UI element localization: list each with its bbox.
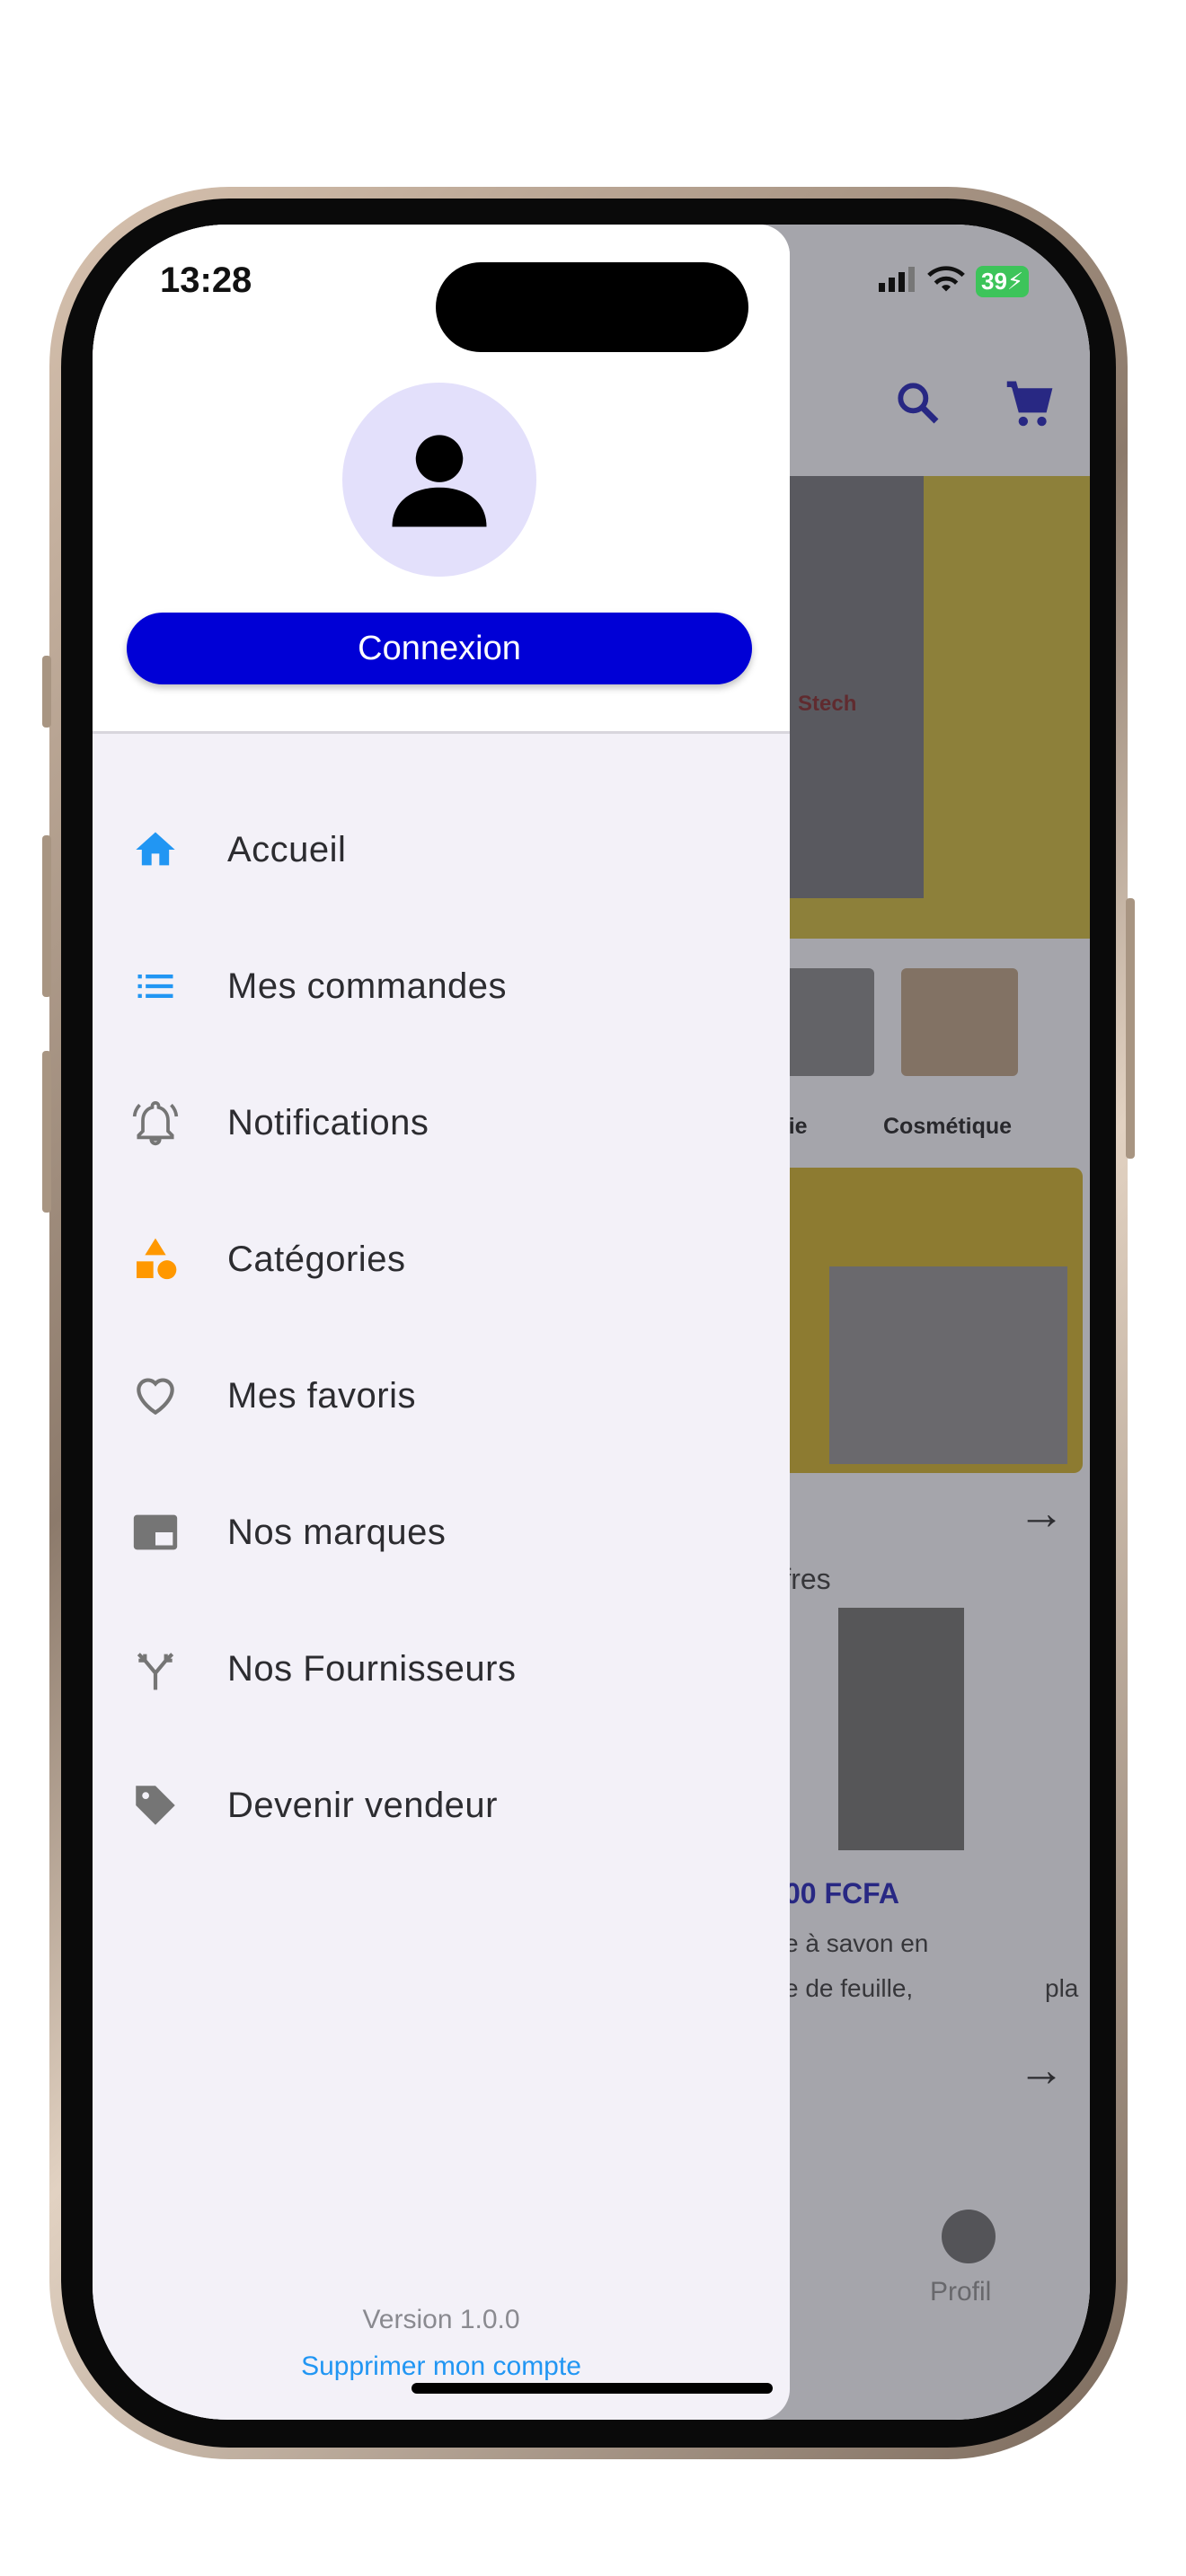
login-button[interactable]: Connexion: [127, 613, 752, 684]
drawer-menu: Accueil Mes commandes Notifications Caté…: [93, 781, 790, 1874]
menu-label: Mes favoris: [227, 1375, 416, 1416]
app-version: Version 1.0.0: [362, 2305, 520, 2334]
dynamic-island: [436, 262, 748, 352]
power-button: [1126, 898, 1135, 1159]
menu-label: Notifications: [227, 1102, 429, 1142]
status-time: 13:28: [160, 260, 252, 300]
category-shapes-icon: [128, 1232, 182, 1286]
menu-item-commandes[interactable]: Mes commandes: [93, 918, 790, 1054]
merge-icon: [128, 1642, 182, 1696]
menu-item-devenir-vendeur[interactable]: Devenir vendeur: [93, 1737, 790, 1874]
menu-label: Accueil: [227, 829, 347, 869]
navigation-drawer: 13:28 Connexion Accueil Mes commandes No…: [93, 225, 790, 2420]
menu-item-categories[interactable]: Catégories: [93, 1191, 790, 1328]
status-icons: 39⚡: [879, 266, 1030, 297]
bell-icon: [128, 1096, 182, 1150]
menu-label: Nos marques: [227, 1512, 447, 1552]
avatar: [342, 383, 536, 577]
action-button: [42, 656, 51, 728]
menu-item-fournisseurs[interactable]: Nos Fournisseurs: [93, 1601, 790, 1737]
home-icon: [128, 823, 182, 877]
volume-down-button: [42, 1051, 51, 1213]
menu-item-marques[interactable]: Nos marques: [93, 1464, 790, 1601]
battery-indicator: 39⚡: [976, 266, 1030, 297]
menu-label: Mes commandes: [227, 966, 508, 1006]
list-icon: [128, 959, 182, 1013]
battery-level: 39: [981, 268, 1007, 295]
menu-label: Devenir vendeur: [227, 1785, 498, 1825]
tag-icon: [128, 1778, 182, 1832]
heart-icon: [128, 1369, 182, 1423]
menu-item-favoris[interactable]: Mes favoris: [93, 1328, 790, 1464]
volume-up-button: [42, 835, 51, 997]
menu-item-notifications[interactable]: Notifications: [93, 1054, 790, 1191]
signal-icon: [879, 267, 916, 296]
brand-card-icon: [128, 1505, 182, 1559]
home-indicator[interactable]: [412, 2383, 773, 2394]
delete-account-link[interactable]: Supprimer mon compte: [93, 2351, 790, 2382]
screen: Stech rie Cosmétique → ffres 00 FCFA e à…: [93, 225, 1090, 2420]
menu-label: Nos Fournisseurs: [227, 1648, 517, 1689]
menu-item-accueil[interactable]: Accueil: [93, 781, 790, 918]
drawer-header: 13:28 Connexion: [93, 225, 790, 734]
wifi-icon: [927, 266, 965, 297]
menu-label: Catégories: [227, 1239, 406, 1279]
person-icon: [392, 435, 487, 527]
